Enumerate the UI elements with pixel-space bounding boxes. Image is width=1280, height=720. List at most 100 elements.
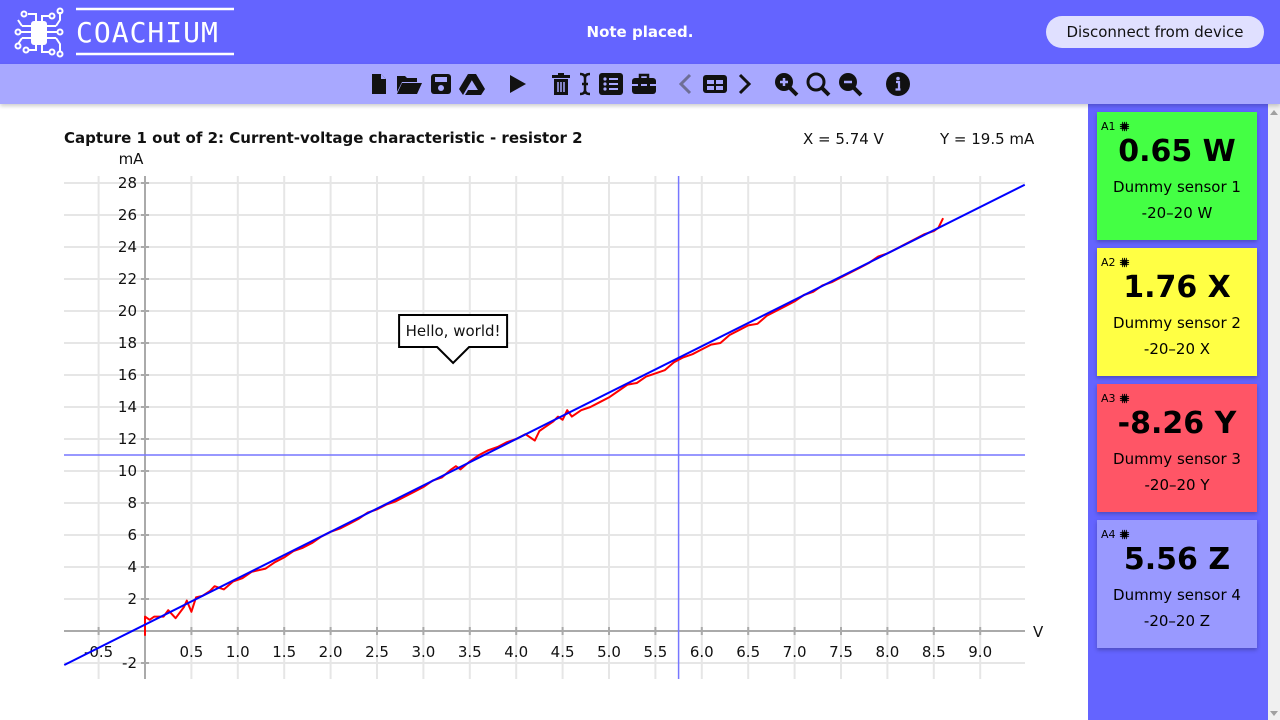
note-callout[interactable]: Hello, world! bbox=[398, 314, 509, 365]
google-drive-button[interactable] bbox=[458, 70, 486, 98]
x-tick-label: 7.0 bbox=[783, 643, 807, 661]
magnifier-icon bbox=[806, 72, 831, 97]
y-axis-label: mA bbox=[119, 150, 145, 168]
save-button[interactable] bbox=[427, 70, 455, 98]
table-icon bbox=[703, 75, 727, 93]
note-text: Hello, world! bbox=[406, 322, 501, 340]
x-tick-label: 3.0 bbox=[411, 643, 435, 661]
text-cursor-button[interactable] bbox=[571, 70, 599, 98]
list-button[interactable] bbox=[597, 70, 625, 98]
y-tick-label: 14 bbox=[118, 398, 137, 416]
toolbox-icon bbox=[632, 73, 656, 94]
chart-plot[interactable]: -0.5 0.5 1.0 1.5 2.0 2.5 3.0 3.5 4.0 4.5 5.0 5.5 6.0… bbox=[0, 0, 1088, 720]
x-tick-label: 4.0 bbox=[504, 643, 528, 661]
sensor-value: 5.56 Z bbox=[1123, 542, 1231, 577]
chip-icon bbox=[1119, 393, 1129, 404]
fit-line bbox=[63, 183, 1026, 666]
google-drive-icon bbox=[459, 74, 485, 95]
y-tick-label: 22 bbox=[118, 270, 137, 288]
toolbar bbox=[0, 64, 1280, 104]
sensor-range: -20–20 W bbox=[1141, 204, 1213, 222]
y-tick-label: 12 bbox=[118, 430, 137, 448]
new-file-button[interactable] bbox=[365, 70, 393, 98]
x-axis-label: V bbox=[1033, 623, 1044, 641]
sensor-card-a3[interactable]: A3 -8.26 Y Dummy sensor 3 -20–20 Y bbox=[1097, 384, 1257, 512]
y-tick-label: 10 bbox=[118, 462, 137, 480]
chip-icon bbox=[1119, 257, 1129, 268]
info-button[interactable] bbox=[884, 70, 912, 98]
y-tick-label: 20 bbox=[118, 302, 137, 320]
y-tick-label: 6 bbox=[127, 526, 137, 544]
channel-label: A2 bbox=[1101, 256, 1116, 269]
sidebar-scrollbar[interactable] bbox=[1268, 104, 1280, 720]
chevron-left-icon bbox=[678, 73, 692, 95]
x-tick-label: 0.5 bbox=[179, 643, 203, 661]
x-tick-label: 5.0 bbox=[597, 643, 621, 661]
next-capture-button[interactable] bbox=[730, 70, 758, 98]
zoom-out-button[interactable] bbox=[836, 70, 864, 98]
toolbox-button[interactable] bbox=[630, 70, 658, 98]
previous-capture-button[interactable] bbox=[672, 70, 700, 98]
y-tick-label: 2 bbox=[127, 590, 137, 608]
file-icon bbox=[372, 74, 386, 94]
scroll-down-arrow-icon[interactable] bbox=[1270, 711, 1278, 716]
x-tick-label: 1.5 bbox=[272, 643, 296, 661]
y-tick-label: 28 bbox=[118, 174, 137, 192]
cursor-y-readout: Y = 19.5 mA bbox=[940, 130, 1035, 148]
sensor-range: -20–20 Y bbox=[1144, 476, 1210, 494]
sensor-name: Dummy sensor 4 bbox=[1113, 586, 1241, 604]
x-tick-label: 8.5 bbox=[922, 643, 946, 661]
x-tick-label: 6.5 bbox=[736, 643, 760, 661]
zoom-out-icon bbox=[839, 73, 863, 97]
chevron-right-icon bbox=[738, 73, 752, 95]
y-tick-label: 24 bbox=[118, 238, 137, 256]
y-tick-label: -2 bbox=[122, 654, 137, 672]
x-tick-label: 4.5 bbox=[551, 643, 575, 661]
channel-label: A1 bbox=[1101, 120, 1116, 133]
zoom-in-button[interactable] bbox=[772, 70, 800, 98]
sensor-range: -20–20 X bbox=[1143, 340, 1211, 358]
play-icon bbox=[510, 75, 526, 93]
x-tick-label: 1.0 bbox=[226, 643, 250, 661]
sensor-name: Dummy sensor 2 bbox=[1113, 314, 1241, 332]
x-tick-label: 2.5 bbox=[365, 643, 389, 661]
x-tick-label: 5.5 bbox=[643, 643, 667, 661]
sensor-value: 1.76 X bbox=[1123, 270, 1231, 305]
table-view-button[interactable] bbox=[701, 70, 729, 98]
folder-open-icon bbox=[397, 76, 422, 94]
sensor-card-a1[interactable]: A1 0.65 W Dummy sensor 1 -20–20 W bbox=[1097, 112, 1257, 240]
channel-label: A3 bbox=[1101, 392, 1116, 405]
x-tick-label: 7.5 bbox=[829, 643, 853, 661]
sensor-range: -20–20 Z bbox=[1143, 612, 1211, 630]
y-tick-label: 8 bbox=[127, 494, 137, 512]
start-measurement-button[interactable] bbox=[503, 70, 531, 98]
zoom-in-icon bbox=[775, 73, 799, 97]
scroll-up-arrow-icon[interactable] bbox=[1270, 110, 1278, 115]
sensor-name: Dummy sensor 1 bbox=[1113, 178, 1241, 196]
chip-icon bbox=[1119, 121, 1129, 132]
info-circle-icon bbox=[886, 72, 910, 96]
x-tick-label: 9.0 bbox=[968, 643, 992, 661]
floppy-disk-icon bbox=[431, 74, 451, 94]
chip-icon bbox=[1119, 529, 1129, 540]
x-tick-label: 6.0 bbox=[690, 643, 714, 661]
chart-title: Capture 1 out of 2: Current-voltage char… bbox=[64, 129, 583, 147]
x-tick-label: 2.0 bbox=[319, 643, 343, 661]
cursor-x-readout: X = 5.74 V bbox=[803, 130, 884, 148]
sensor-card-a4[interactable]: A4 5.56 Z Dummy sensor 4 -20–20 Z bbox=[1097, 520, 1257, 648]
open-folder-button[interactable] bbox=[395, 70, 423, 98]
y-tick-label: 16 bbox=[118, 366, 137, 384]
x-tick-label: 3.5 bbox=[458, 643, 482, 661]
sensor-card-a2[interactable]: A2 1.76 X Dummy sensor 2 -20–20 X bbox=[1097, 248, 1257, 376]
y-tick-label: 18 bbox=[118, 334, 137, 352]
sensor-name: Dummy sensor 3 bbox=[1113, 450, 1241, 468]
y-tick-label: 4 bbox=[127, 558, 137, 576]
measured-data-line bbox=[144, 217, 944, 636]
zoom-fit-button[interactable] bbox=[804, 70, 832, 98]
list-icon bbox=[599, 73, 623, 95]
sensor-value: 0.65 W bbox=[1118, 134, 1236, 169]
y-tick-label: 26 bbox=[118, 206, 137, 224]
x-tick-label: 8.0 bbox=[875, 643, 899, 661]
sensor-value: -8.26 Y bbox=[1117, 406, 1237, 441]
channel-label: A4 bbox=[1101, 528, 1116, 541]
